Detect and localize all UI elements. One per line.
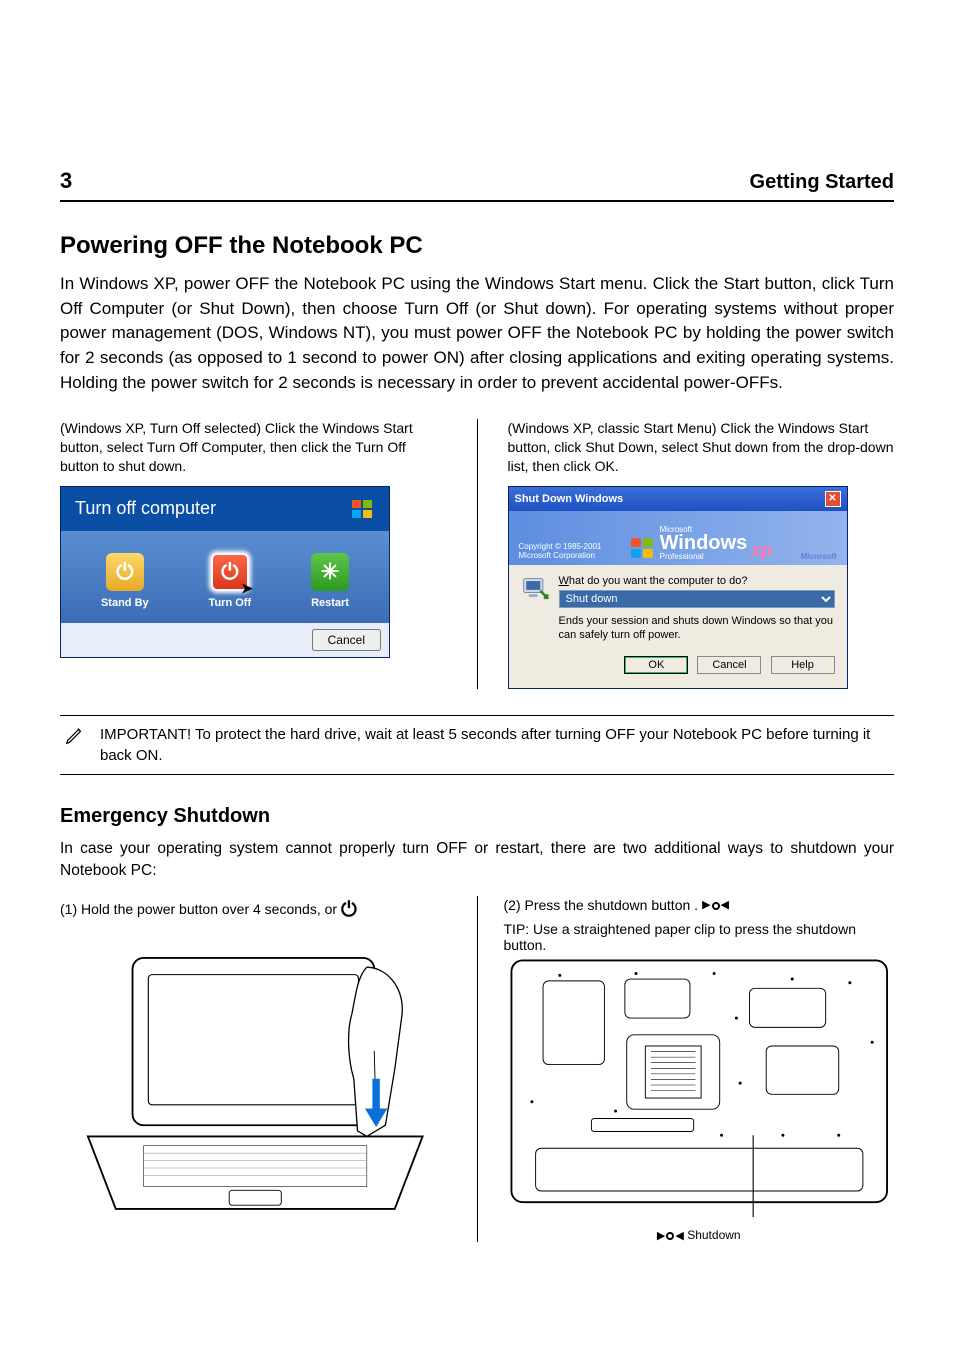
turnoff-dialog: Turn off computer ⏻ Stand By ⏻➤ Turn Off xyxy=(60,486,390,658)
section-number: 3 xyxy=(60,168,72,194)
close-icon[interactable]: ✕ xyxy=(825,491,841,507)
standby-label: Stand By xyxy=(101,597,149,609)
column-divider xyxy=(477,419,478,689)
emergency-divider xyxy=(477,896,478,1242)
header-rule: 3 Getting Started xyxy=(60,168,894,202)
emergency-paragraph: In case your operating system cannot pro… xyxy=(60,838,894,881)
col2-caption: (Windows XP, classic Start Menu) Click t… xyxy=(508,419,895,476)
optA-text: (1) Hold the power button over 4 seconds… xyxy=(60,900,337,920)
important-note: IMPORTANT! To protect the hard drive, wa… xyxy=(60,715,894,775)
shutdown-desc: Ends your session and shuts down Windows… xyxy=(559,614,835,643)
brand-tag-right: Microsoft xyxy=(800,552,836,561)
turnoff-title-text: Turn off computer xyxy=(75,498,216,519)
shutdown-action-select[interactable]: Shut down xyxy=(559,590,835,608)
emergency-title: Emergency Shutdown xyxy=(60,805,894,828)
copyright-line-2: Microsoft Corporation xyxy=(519,551,602,561)
section-name: Getting Started xyxy=(750,171,894,194)
page-title: Powering OFF the Notebook PC xyxy=(60,232,894,260)
turnoff-label: Turn Off xyxy=(209,597,252,609)
classic-body: What do you want the computer to do? Shu… xyxy=(509,565,847,689)
ok-button[interactable]: OK xyxy=(624,656,688,674)
reset-hole-glyph: ▶◀ xyxy=(657,1229,684,1242)
col-classic-startmenu: (Windows XP, classic Start Menu) Click t… xyxy=(508,419,895,689)
standby-icon: ⏻ xyxy=(106,553,144,591)
windows-xp-logo: Microsoft Windows Professional xp xyxy=(630,525,773,561)
restart-button[interactable]: ✳ Restart xyxy=(311,553,349,609)
classic-banner: Copyright © 1985-2001 Microsoft Corporat… xyxy=(509,511,847,565)
col-standard-startmenu: (Windows XP, Turn Off selected) Click th… xyxy=(60,419,447,689)
emergency-option-b: (2) Press the shutdown button . ▶◀ TIP: … xyxy=(504,896,895,1242)
brand-windows: Windows xyxy=(660,532,748,554)
turnoff-body: ⏻ Stand By ⏻➤ Turn Off ✳ Restart xyxy=(61,531,389,623)
laptop-underside-illustration xyxy=(504,953,895,1223)
restart-icon: ✳ xyxy=(311,553,349,591)
reset-label: ▶◀ Shutdown xyxy=(504,1228,895,1242)
classic-titlebar: Shut Down Windows ✕ xyxy=(509,487,847,511)
restart-label: Restart xyxy=(311,597,349,609)
screenshot-row: (Windows XP, Turn Off selected) Click th… xyxy=(60,419,894,689)
turnoff-icon: ⏻➤ xyxy=(211,553,249,591)
note-text: IMPORTANT! To protect the hard drive, wa… xyxy=(100,724,890,766)
emergency-row: (1) Hold the power button over 4 seconds… xyxy=(60,896,894,1242)
col1-caption: (Windows XP, Turn Off selected) Click th… xyxy=(60,419,447,476)
turnoff-cancel-button[interactable]: Cancel xyxy=(312,629,381,651)
paperclip-tip: TIP: Use a straightened paper clip to pr… xyxy=(504,921,895,953)
classic-shutdown-dialog: Shut Down Windows ✕ Copyright © 1985-200… xyxy=(508,486,848,690)
classic-question-label: What do you want the computer to do? xyxy=(559,575,835,587)
classic-title-text: Shut Down Windows xyxy=(515,493,624,505)
emergency-option-a: (1) Hold the power button over 4 seconds… xyxy=(60,896,451,1242)
standby-button[interactable]: ⏻ Stand By xyxy=(101,553,149,609)
help-button[interactable]: Help xyxy=(771,656,835,674)
laptop-press-power-illustration xyxy=(60,930,451,1218)
cancel-button[interactable]: Cancel xyxy=(697,656,761,674)
windows-flag-icon xyxy=(630,535,656,561)
optB-text: (2) Press the shutdown button . xyxy=(504,896,699,916)
copyright-line-1: Copyright © 1985-2001 xyxy=(519,542,602,552)
intro-paragraph: In Windows XP, power OFF the Notebook PC… xyxy=(60,272,894,395)
cursor-icon: ➤ xyxy=(241,580,253,597)
reset-hole-glyph: ▶◀ xyxy=(702,898,729,913)
turnoff-titlebar: Turn off computer xyxy=(61,487,389,531)
pencil-icon xyxy=(64,724,86,746)
windows-flag-icon xyxy=(351,497,375,521)
turnoff-button[interactable]: ⏻➤ Turn Off xyxy=(209,553,252,609)
shutdown-monitor-icon xyxy=(521,575,549,603)
power-icon: ⏻ xyxy=(341,896,357,924)
brand-xp: xp xyxy=(751,540,772,561)
